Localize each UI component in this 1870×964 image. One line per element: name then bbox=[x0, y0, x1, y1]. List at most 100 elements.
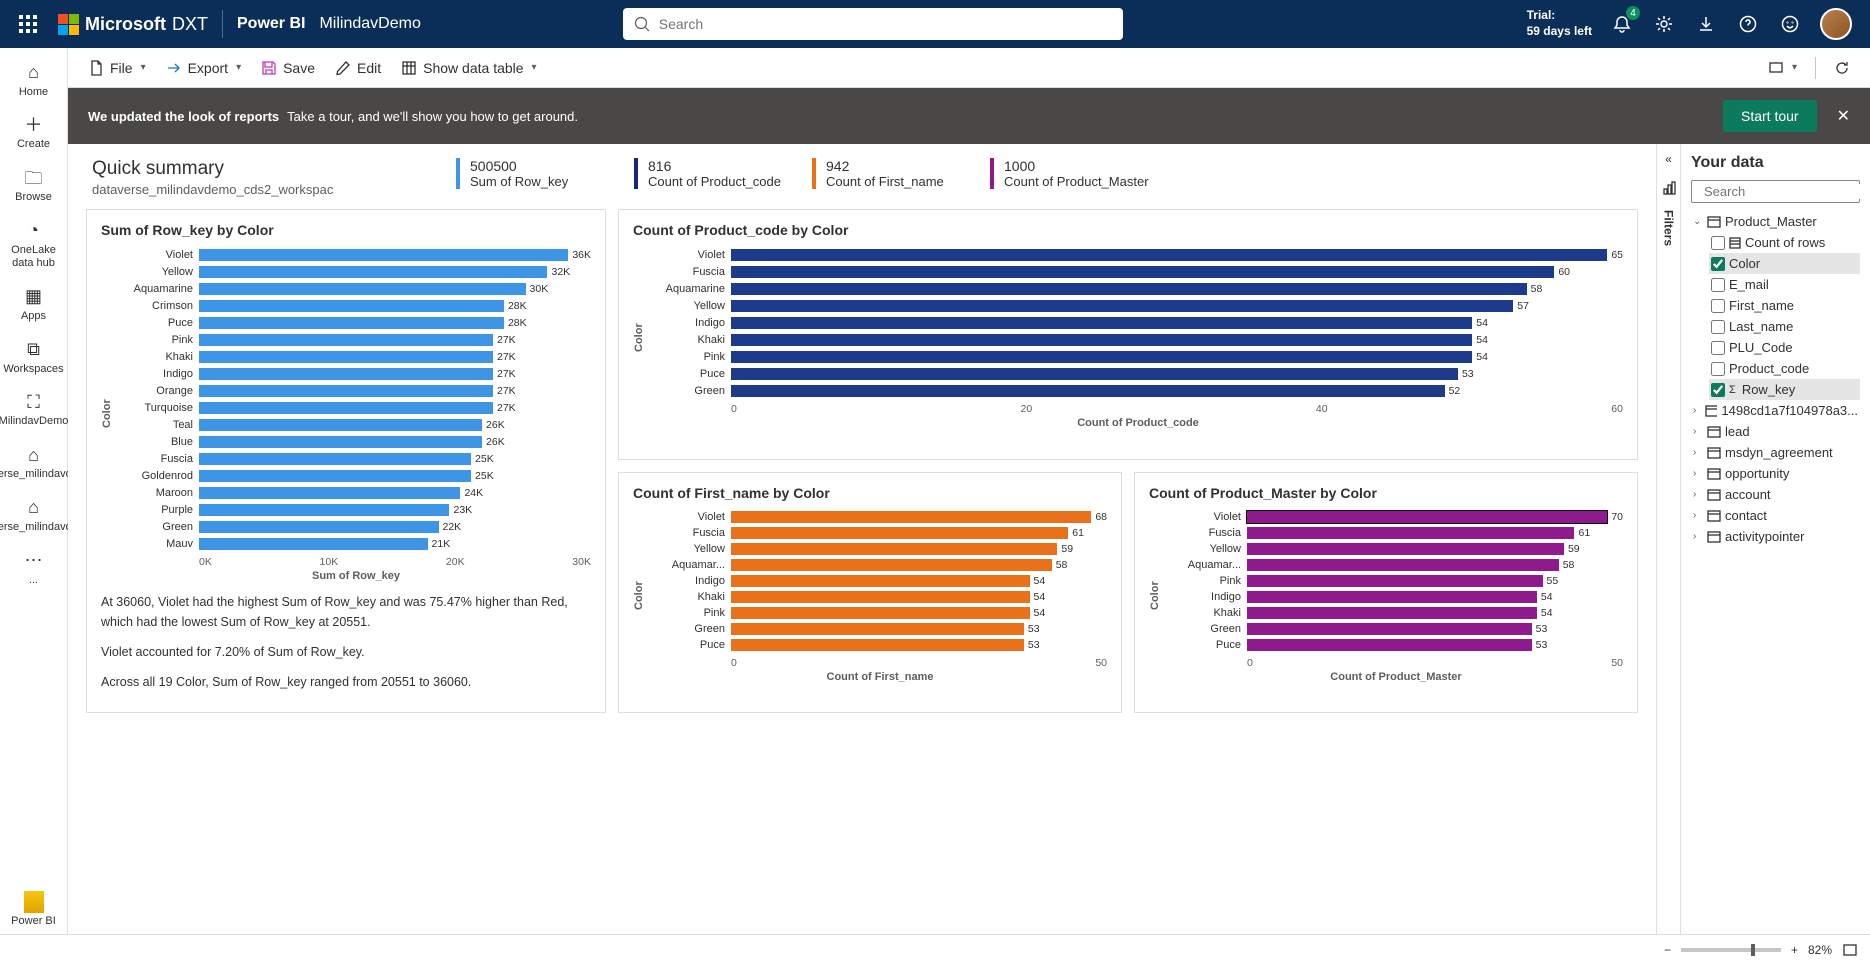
bar-row[interactable]: Aquamarine 58 bbox=[653, 280, 1623, 297]
bar-row[interactable]: Pink 55 bbox=[1169, 573, 1623, 589]
nav-item[interactable]: ⧉Workspaces bbox=[0, 333, 67, 382]
field-checkbox[interactable] bbox=[1711, 383, 1725, 397]
field-item[interactable]: ΣRow_key bbox=[1709, 379, 1860, 400]
table-node[interactable]: ›msdyn_agreement bbox=[1691, 442, 1860, 463]
feedback-button[interactable] bbox=[1778, 12, 1802, 36]
nav-item[interactable]: ⛶MilindavDemo bbox=[0, 386, 67, 435]
table-node[interactable]: ›activitypointer bbox=[1691, 526, 1860, 547]
kpi-card[interactable]: 500500Sum of Row_key bbox=[456, 158, 606, 189]
bar-row[interactable]: Goldenrod 25K bbox=[121, 467, 591, 484]
bar-row[interactable]: Purple 23K bbox=[121, 501, 591, 518]
field-item[interactable]: PLU_Code bbox=[1709, 337, 1860, 358]
notifications-button[interactable]: 4 bbox=[1610, 12, 1634, 36]
show-data-button[interactable]: Show data table bbox=[393, 56, 544, 80]
bar-row[interactable]: Yellow 32K bbox=[121, 263, 591, 280]
bar-row[interactable]: Violet 36K bbox=[121, 246, 591, 263]
filters-collapsed-pane[interactable]: « Filters bbox=[1656, 144, 1680, 934]
bar-row[interactable]: Teal 26K bbox=[121, 416, 591, 433]
field-item[interactable]: Last_name bbox=[1709, 316, 1860, 337]
bar-row[interactable]: Pink 54 bbox=[653, 605, 1107, 621]
nav-item[interactable]: ⌂dataverse_milindavdem... bbox=[0, 439, 67, 488]
bar-row[interactable]: Fuscia 60 bbox=[653, 263, 1623, 280]
table-node[interactable]: ›opportunity bbox=[1691, 463, 1860, 484]
bar-row[interactable]: Pink 27K bbox=[121, 331, 591, 348]
field-checkbox[interactable] bbox=[1711, 341, 1725, 355]
bar-row[interactable]: Puce 28K bbox=[121, 314, 591, 331]
bar-row[interactable]: Aquamarine 30K bbox=[121, 280, 591, 297]
table-node[interactable]: ›account bbox=[1691, 484, 1860, 505]
export-menu[interactable]: Export bbox=[158, 56, 250, 80]
edit-button[interactable]: Edit bbox=[327, 56, 389, 80]
field-item[interactable]: E_mail bbox=[1709, 274, 1860, 295]
chart-first-name[interactable]: Count of First_name by Color Color Viole… bbox=[618, 472, 1122, 714]
field-item[interactable]: Color bbox=[1709, 253, 1860, 274]
refresh-button[interactable] bbox=[1826, 56, 1858, 80]
product-name[interactable]: Power BI bbox=[237, 15, 305, 33]
bar-row[interactable]: Khaki 54 bbox=[653, 589, 1107, 605]
field-checkbox[interactable] bbox=[1711, 257, 1725, 271]
save-button[interactable]: Save bbox=[253, 56, 323, 80]
bar-row[interactable]: Mauv 21K bbox=[121, 535, 591, 552]
data-search[interactable] bbox=[1691, 180, 1860, 203]
zoom-in-button[interactable]: + bbox=[1791, 943, 1798, 957]
nav-powerbi[interactable]: Power BI bbox=[0, 885, 67, 934]
field-item[interactable]: Count of rows bbox=[1709, 232, 1860, 253]
help-button[interactable] bbox=[1736, 12, 1760, 36]
banner-close-button[interactable]: ✕ bbox=[1837, 106, 1850, 126]
bar-row[interactable]: Green 53 bbox=[653, 621, 1107, 637]
user-avatar[interactable] bbox=[1820, 8, 1852, 40]
bar-row[interactable]: Green 22K bbox=[121, 518, 591, 535]
trial-status[interactable]: Trial: 59 days left bbox=[1527, 8, 1592, 39]
nav-item[interactable]: ▦Apps bbox=[0, 280, 67, 329]
bar-row[interactable]: Aquamar... 58 bbox=[1169, 557, 1623, 573]
nav-item[interactable]: ◔OneLake data hub bbox=[0, 214, 67, 276]
bar-row[interactable]: Khaki 54 bbox=[653, 331, 1623, 348]
bar-row[interactable]: Orange 27K bbox=[121, 382, 591, 399]
nav-item[interactable]: ⌂dataverse_milindavdem... bbox=[0, 491, 67, 540]
bar-row[interactable]: Puce 53 bbox=[1169, 637, 1623, 653]
bar-row[interactable]: Yellow 59 bbox=[653, 541, 1107, 557]
field-item[interactable]: First_name bbox=[1709, 295, 1860, 316]
bar-row[interactable]: Yellow 59 bbox=[1169, 541, 1623, 557]
bar-row[interactable]: Fuscia 25K bbox=[121, 450, 591, 467]
kpi-card[interactable]: 1000Count of Product_Master bbox=[990, 158, 1149, 189]
view-mode-button[interactable] bbox=[1760, 56, 1805, 80]
app-launcher-button[interactable] bbox=[8, 4, 48, 44]
chart-product-code[interactable]: Count of Product_code by Color Color Vio… bbox=[618, 209, 1638, 460]
bar-row[interactable]: Indigo 54 bbox=[653, 573, 1107, 589]
nav-item[interactable]: 🗀Browse bbox=[0, 162, 67, 211]
nav-item[interactable]: ＋Create bbox=[0, 109, 67, 158]
field-checkbox[interactable] bbox=[1711, 320, 1725, 334]
bar-row[interactable]: Indigo 54 bbox=[1169, 589, 1623, 605]
field-checkbox[interactable] bbox=[1711, 278, 1725, 292]
settings-button[interactable] bbox=[1652, 12, 1676, 36]
file-menu[interactable]: File bbox=[80, 56, 154, 80]
nav-item[interactable]: ⌂Home bbox=[0, 56, 67, 105]
bar-row[interactable]: Violet 65 bbox=[653, 246, 1623, 263]
field-item[interactable]: Product_code bbox=[1709, 358, 1860, 379]
fit-to-page-button[interactable] bbox=[1842, 942, 1858, 958]
nav-item[interactable]: ⋯... bbox=[0, 544, 67, 593]
download-button[interactable] bbox=[1694, 12, 1718, 36]
global-search[interactable] bbox=[623, 8, 1123, 40]
workspace-name[interactable]: MilindavDemo bbox=[319, 15, 420, 33]
zoom-out-button[interactable]: − bbox=[1664, 943, 1671, 957]
bar-row[interactable]: Puce 53 bbox=[653, 637, 1107, 653]
bar-row[interactable]: Turquoise 27K bbox=[121, 399, 591, 416]
bar-row[interactable]: Yellow 57 bbox=[653, 297, 1623, 314]
bar-row[interactable]: Khaki 27K bbox=[121, 348, 591, 365]
start-tour-button[interactable]: Start tour bbox=[1723, 100, 1817, 132]
bar-row[interactable]: Violet 70 bbox=[1169, 509, 1623, 525]
table-node[interactable]: ›lead bbox=[1691, 421, 1860, 442]
field-checkbox[interactable] bbox=[1711, 299, 1725, 313]
bar-row[interactable]: Crimson 28K bbox=[121, 297, 591, 314]
search-input[interactable] bbox=[659, 16, 1113, 32]
field-checkbox[interactable] bbox=[1711, 236, 1725, 250]
bar-row[interactable]: Aquamar... 58 bbox=[653, 557, 1107, 573]
table-node[interactable]: ›contact bbox=[1691, 505, 1860, 526]
bar-row[interactable]: Fuscia 61 bbox=[1169, 525, 1623, 541]
bar-row[interactable]: Indigo 54 bbox=[653, 314, 1623, 331]
table-node[interactable]: ›1498cd1a7f104978a3... bbox=[1691, 400, 1860, 421]
kpi-card[interactable]: 816Count of Product_code bbox=[634, 158, 784, 189]
bar-row[interactable]: Khaki 54 bbox=[1169, 605, 1623, 621]
